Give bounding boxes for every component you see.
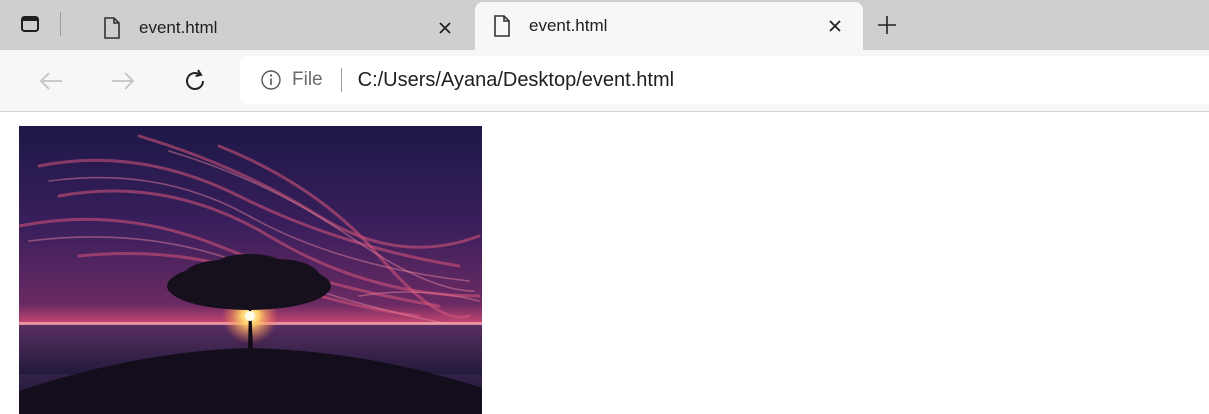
address-bar[interactable]: File C:/Users/Ayana/Desktop/event.html [240, 56, 1209, 104]
browser-toolbar: File C:/Users/Ayana/Desktop/event.html [0, 50, 1209, 112]
tab-close-button[interactable] [821, 12, 849, 40]
tab-strip: event.html event.html [0, 0, 1209, 50]
sunset-tree-photo [19, 126, 482, 414]
address-divider [340, 68, 342, 92]
tab-event-2[interactable]: event.html [475, 2, 863, 50]
close-icon [829, 20, 841, 32]
tab-title: event.html [529, 16, 608, 35]
tab-actions-icon [21, 16, 39, 32]
tab-close-button[interactable] [431, 14, 459, 42]
forward-button[interactable] [106, 64, 140, 98]
tab-title: event.html [139, 18, 218, 37]
info-icon[interactable] [260, 69, 282, 91]
close-icon [439, 22, 451, 34]
refresh-icon [186, 69, 204, 90]
refresh-button[interactable] [178, 64, 212, 98]
tab-actions-button[interactable] [20, 10, 80, 38]
page-icon [494, 15, 510, 37]
plus-icon [878, 16, 896, 34]
page-content [0, 113, 1209, 414]
url-text[interactable]: C:/Users/Ayana/Desktop/event.html [358, 69, 674, 92]
new-tab-button[interactable] [872, 10, 902, 40]
forward-arrow-icon [112, 72, 135, 90]
tab-actions-divider [60, 12, 61, 36]
back-button[interactable] [34, 64, 68, 98]
tab-event-1[interactable]: event.html [85, 6, 473, 50]
page-icon [104, 17, 120, 39]
back-arrow-icon [39, 72, 62, 90]
scheme-label: File [292, 69, 323, 90]
